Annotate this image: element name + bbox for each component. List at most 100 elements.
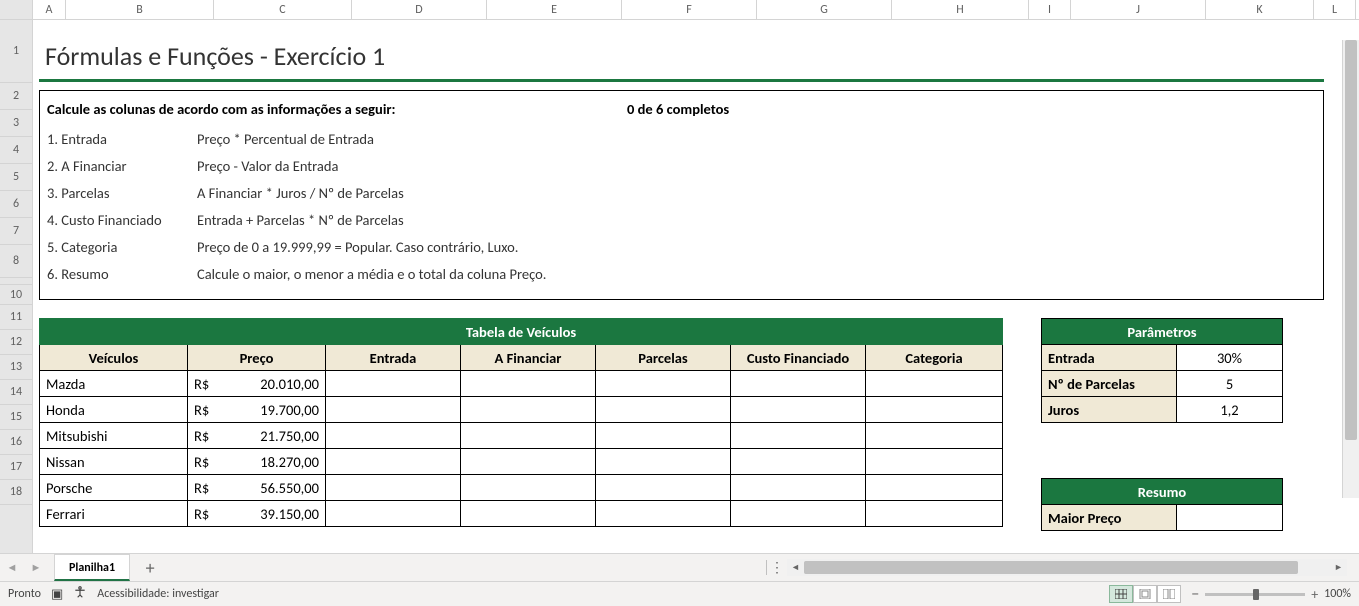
scroll-right-arrow[interactable]: ► <box>1330 559 1347 576</box>
row-header-14[interactable]: 14 <box>0 380 32 405</box>
param-value[interactable]: 5 <box>1177 371 1283 397</box>
cell[interactable]: Mazda <box>40 371 188 397</box>
row-header-10[interactable]: 10 <box>0 285 32 305</box>
cell[interactable]: Porsche <box>40 475 188 501</box>
tab-splitter[interactable] <box>766 560 767 575</box>
cell[interactable] <box>461 423 596 449</box>
cell[interactable]: R$ <box>188 475 221 501</box>
cell[interactable] <box>326 423 461 449</box>
col-veiculos[interactable]: Veículos <box>40 345 188 371</box>
cell[interactable]: Mitsubishi <box>40 423 188 449</box>
cell[interactable] <box>731 475 866 501</box>
row-header-2[interactable]: 2 <box>0 83 32 110</box>
row-header-4[interactable]: 4 <box>0 137 32 164</box>
macro-record-icon[interactable]: ▣ <box>51 587 63 602</box>
row-header-16[interactable]: 16 <box>0 430 32 455</box>
zoom-in-button[interactable]: + <box>1311 586 1318 603</box>
col-afinanciar[interactable]: A Financiar <box>461 345 596 371</box>
accessibility-text[interactable]: Acessibilidade: investigar <box>97 587 219 601</box>
cell[interactable]: R$ <box>188 423 221 449</box>
vertical-scrollbar[interactable] <box>1342 40 1359 498</box>
zoom-knob[interactable] <box>1253 589 1259 600</box>
col-header-J[interactable]: J <box>1071 0 1206 19</box>
cell[interactable]: Ferrari <box>40 501 188 527</box>
cell[interactable]: R$ <box>188 371 221 397</box>
zoom-slider[interactable] <box>1205 593 1305 596</box>
cell[interactable] <box>596 371 731 397</box>
row-header-13[interactable]: 13 <box>0 355 32 380</box>
cell[interactable]: R$ <box>188 397 221 423</box>
row-header-5[interactable]: 5 <box>0 164 32 191</box>
tab-nav-next[interactable]: ► <box>27 559 45 577</box>
cell[interactable] <box>596 423 731 449</box>
row-header-7[interactable]: 7 <box>0 218 32 245</box>
row-header-11[interactable]: 11 <box>0 305 32 330</box>
cell[interactable] <box>596 501 731 527</box>
cell[interactable]: 56.550,00 <box>221 475 326 501</box>
cell[interactable] <box>326 397 461 423</box>
row-header-8[interactable]: 8 <box>0 245 32 278</box>
cell[interactable] <box>596 475 731 501</box>
cell[interactable] <box>326 449 461 475</box>
cell[interactable] <box>461 475 596 501</box>
cell[interactable] <box>461 501 596 527</box>
cell[interactable] <box>866 449 1003 475</box>
cell[interactable] <box>326 371 461 397</box>
resumo-value[interactable] <box>1177 505 1283 531</box>
resumo-label[interactable]: Maior Preço <box>1042 505 1177 531</box>
col-header-A[interactable]: A <box>33 0 66 19</box>
tab-nav-prev[interactable]: ◄ <box>3 559 21 577</box>
col-header-C[interactable]: C <box>214 0 352 19</box>
cell[interactable]: R$ <box>188 449 221 475</box>
row-header-18[interactable]: 18 <box>0 480 32 505</box>
col-header-F[interactable]: F <box>622 0 757 19</box>
param-value[interactable]: 30% <box>1177 345 1283 371</box>
col-header-E[interactable]: E <box>487 0 622 19</box>
row-header-6[interactable]: 6 <box>0 191 32 218</box>
cell[interactable]: Nissan <box>40 449 188 475</box>
col-parcelas[interactable]: Parcelas <box>596 345 731 371</box>
cell[interactable] <box>866 501 1003 527</box>
row-header-1[interactable]: 1 <box>0 20 32 83</box>
zoom-out-button[interactable]: − <box>1191 585 1199 604</box>
col-header-D[interactable]: D <box>352 0 487 19</box>
view-page-layout[interactable] <box>1133 585 1157 603</box>
col-header-I[interactable]: I <box>1029 0 1071 19</box>
accessibility-icon[interactable] <box>73 585 87 603</box>
col-preco[interactable]: Preço <box>188 345 326 371</box>
scrollbar-thumb[interactable] <box>804 561 1298 574</box>
horizontal-scrollbar[interactable]: ◄ ► <box>787 559 1347 576</box>
cell[interactable] <box>596 449 731 475</box>
cell[interactable]: R$ <box>188 501 221 527</box>
row-header-17[interactable]: 17 <box>0 455 32 480</box>
cell[interactable]: 18.270,00 <box>221 449 326 475</box>
cell[interactable]: 20.010,00 <box>221 371 326 397</box>
cell[interactable] <box>461 449 596 475</box>
col-header-H[interactable]: H <box>892 0 1029 19</box>
col-custo[interactable]: Custo Financiado <box>731 345 866 371</box>
col-categoria[interactable]: Categoria <box>866 345 1003 371</box>
cell[interactable] <box>731 371 866 397</box>
tab-options-icon[interactable]: ⋮ <box>770 559 784 576</box>
row-header-15[interactable]: 15 <box>0 405 32 430</box>
select-all-triangle[interactable] <box>0 0 33 19</box>
cell[interactable]: Honda <box>40 397 188 423</box>
cell[interactable] <box>461 397 596 423</box>
param-value[interactable]: 1,2 <box>1177 397 1283 423</box>
param-label[interactable]: Nº de Parcelas <box>1042 371 1177 397</box>
view-page-break[interactable] <box>1157 585 1181 603</box>
param-label[interactable]: Entrada <box>1042 345 1177 371</box>
cell[interactable]: 39.150,00 <box>221 501 326 527</box>
view-normal[interactable] <box>1109 585 1133 603</box>
col-header-K[interactable]: K <box>1206 0 1314 19</box>
cell[interactable] <box>596 397 731 423</box>
cell[interactable] <box>731 501 866 527</box>
zoom-level[interactable]: 100% <box>1324 587 1351 601</box>
cell[interactable]: 21.750,00 <box>221 423 326 449</box>
col-header-B[interactable]: B <box>66 0 214 19</box>
param-label[interactable]: Juros <box>1042 397 1177 423</box>
col-entrada[interactable]: Entrada <box>326 345 461 371</box>
add-sheet-button[interactable]: + <box>136 557 164 579</box>
spreadsheet-grid[interactable]: Fórmulas e Funções - Exercício 1 Calcule… <box>33 20 1359 553</box>
cell[interactable] <box>866 475 1003 501</box>
